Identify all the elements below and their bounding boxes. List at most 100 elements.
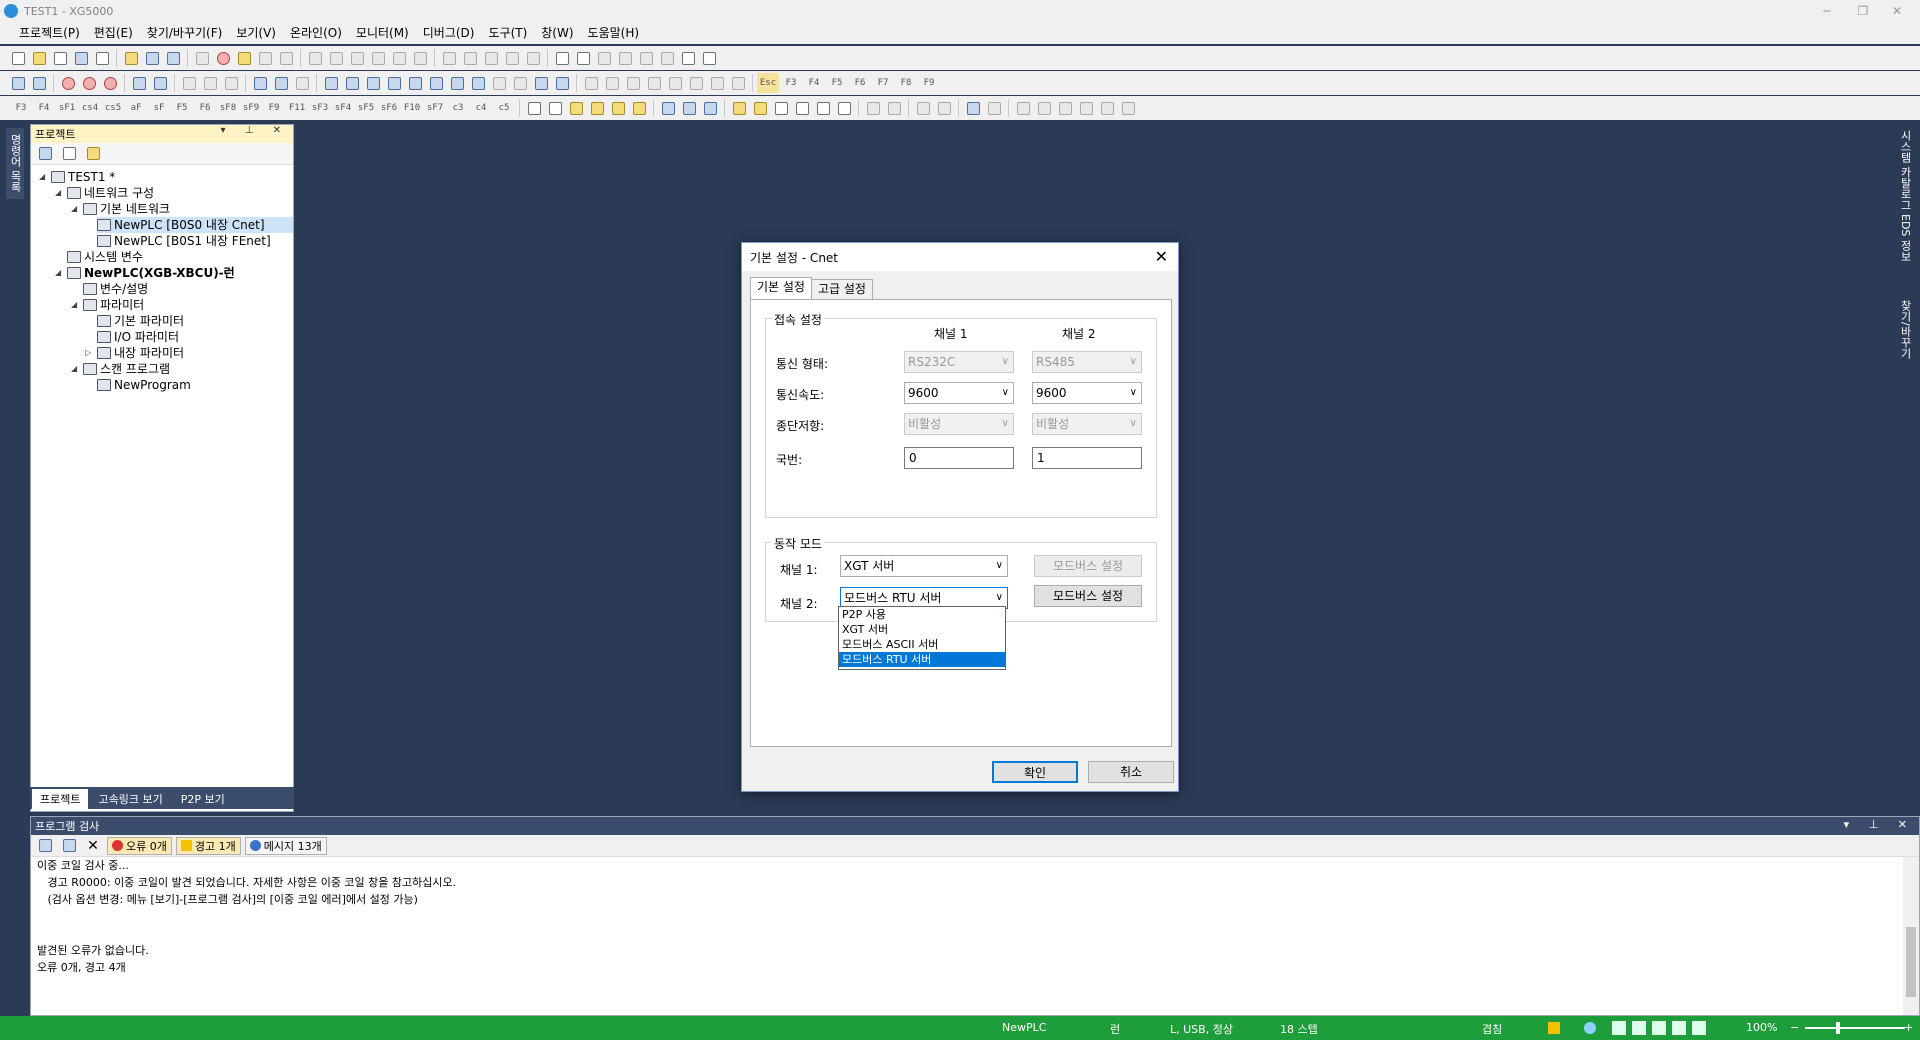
- stop-icon[interactable]: [79, 73, 99, 93]
- connect-icon[interactable]: [8, 73, 28, 93]
- find-next-icon[interactable]: [573, 48, 593, 68]
- replace-icon[interactable]: [594, 48, 614, 68]
- target-icon[interactable]: [213, 48, 233, 68]
- ch1-speed-select[interactable]: 9600 ∨: [904, 382, 1014, 404]
- ladder-key-3[interactable]: cs4: [79, 98, 101, 118]
- comment-view-5-icon[interactable]: [813, 98, 833, 118]
- menu-project[interactable]: 프로젝트(P): [12, 22, 87, 44]
- ladder-key-1[interactable]: F4: [33, 98, 55, 118]
- memory-icon[interactable]: [447, 73, 467, 93]
- monitor-stop-icon[interactable]: [221, 73, 241, 93]
- ch1-modbus-settings-button[interactable]: 모드버스 설정: [1034, 555, 1142, 577]
- tree-item-new-program[interactable]: NewProgram: [97, 377, 191, 393]
- ladder-key-20[interactable]: c4: [470, 98, 492, 118]
- key-f9[interactable]: F9: [918, 73, 940, 93]
- ladder-key-6[interactable]: sF: [148, 98, 170, 118]
- menu-view[interactable]: 보기(V): [229, 22, 283, 44]
- new-file-icon[interactable]: [8, 48, 28, 68]
- zoom-slider-thumb[interactable]: [1836, 1022, 1840, 1034]
- run-icon[interactable]: [58, 73, 78, 93]
- ladder-key-17[interactable]: F10: [401, 98, 423, 118]
- tree-item-basic-parameter[interactable]: 기본 파라미터: [97, 313, 184, 329]
- ch2-modbus-settings-button[interactable]: 모드버스 설정: [1034, 585, 1142, 607]
- bracket-4-icon[interactable]: [644, 73, 664, 93]
- view-7-icon[interactable]: [658, 98, 678, 118]
- find-device-icon[interactable]: [615, 48, 635, 68]
- delete-icon[interactable]: [410, 48, 430, 68]
- key-f5[interactable]: F5: [826, 73, 848, 93]
- sim-2-icon[interactable]: [1034, 98, 1054, 118]
- menu-window[interactable]: 창(W): [534, 22, 580, 44]
- delete-row-icon[interactable]: [481, 48, 501, 68]
- tab-highspeed-link[interactable]: 고속링크 보기: [90, 789, 170, 809]
- tree-item-network-config[interactable]: ◢ 네트워크 구성: [55, 185, 154, 201]
- insert-row-icon[interactable]: [439, 48, 459, 68]
- zoom-reset-icon[interactable]: [934, 98, 954, 118]
- ladder-key-19[interactable]: c3: [447, 98, 469, 118]
- ladder-key-7[interactable]: F5: [171, 98, 193, 118]
- tab-basic-settings[interactable]: 기본 설정: [750, 277, 812, 299]
- dropdown-option-p2p[interactable]: P2P 사용: [839, 607, 1005, 622]
- message-filter-button[interactable]: 메시지 13개: [244, 836, 327, 855]
- layout-icon[interactable]: [510, 73, 530, 93]
- key-f3[interactable]: F3: [780, 73, 802, 93]
- tree-item-scan-program[interactable]: ◢ 스캔 프로그램: [71, 361, 170, 377]
- zoom-in-button[interactable]: +: [1904, 1021, 1913, 1034]
- key-f7[interactable]: F7: [872, 73, 894, 93]
- tree-window-icon[interactable]: [59, 144, 79, 164]
- back-arrow-icon[interactable]: [678, 48, 698, 68]
- dropdown-option-modbus-ascii[interactable]: 모드버스 ASCII 서버: [839, 637, 1005, 652]
- forward-arrow-icon[interactable]: [699, 48, 719, 68]
- output-scrollbar[interactable]: [1903, 857, 1919, 1015]
- dropdown-option-modbus-rtu[interactable]: 모드버스 RTU 서버: [839, 652, 1005, 667]
- print-output-icon[interactable]: [59, 836, 79, 856]
- blank-icon[interactable]: [984, 98, 1004, 118]
- tree-item-basic-network[interactable]: ◢ 기본 네트워크: [71, 201, 170, 217]
- zoom-slider[interactable]: [1805, 1027, 1905, 1029]
- menu-find-replace[interactable]: 찾기/바꾸기(F): [140, 22, 230, 44]
- ok-button[interactable]: 확인: [992, 761, 1078, 783]
- key-esc[interactable]: Esc: [757, 73, 779, 93]
- insert-col-icon[interactable]: [460, 48, 480, 68]
- plc-icon[interactable]: [192, 48, 212, 68]
- panel-controls[interactable]: ▾ ⊥ ✕: [221, 125, 289, 136]
- variable-monitor-icon[interactable]: [250, 73, 270, 93]
- ladder-key-10[interactable]: sF9: [240, 98, 262, 118]
- replace-device-icon[interactable]: [636, 48, 656, 68]
- project-open-icon[interactable]: [121, 48, 141, 68]
- monitor-start-icon[interactable]: [179, 73, 199, 93]
- sim-5-icon[interactable]: [1097, 98, 1117, 118]
- bracket-5-icon[interactable]: [665, 73, 685, 93]
- read-icon[interactable]: [129, 73, 149, 93]
- comment-view-2-icon[interactable]: [750, 98, 770, 118]
- chart-icon[interactable]: [468, 73, 488, 93]
- goto-step-icon[interactable]: [657, 48, 677, 68]
- find-icon[interactable]: [552, 48, 572, 68]
- bracket-6-icon[interactable]: [686, 73, 706, 93]
- copy-icon[interactable]: [368, 48, 388, 68]
- tab-p2p[interactable]: P2P 보기: [173, 789, 233, 809]
- menu-online[interactable]: 온라인(O): [283, 22, 349, 44]
- open-project-icon[interactable]: [50, 48, 70, 68]
- instruction-list-tab[interactable]: 명령어 목록: [6, 128, 24, 199]
- catalog-tab[interactable]: 시스템 카탈로그 EDS 정보: [1896, 126, 1914, 266]
- tab-project[interactable]: 프로젝트: [32, 789, 89, 809]
- edit-icon[interactable]: [531, 73, 551, 93]
- ch1-comm-type-select[interactable]: RS232C ∨: [904, 351, 1014, 373]
- monitor-screen-icon[interactable]: [552, 73, 572, 93]
- paste-icon[interactable]: [389, 48, 409, 68]
- undo-icon[interactable]: [305, 48, 325, 68]
- close-window-button[interactable]: ✕: [1874, 0, 1920, 22]
- tree-folder-icon[interactable]: [83, 144, 103, 164]
- ladder-key-18[interactable]: sF7: [424, 98, 446, 118]
- view-4-icon[interactable]: [587, 98, 607, 118]
- zoom-in-icon[interactable]: [863, 98, 883, 118]
- ladder-key-5[interactable]: aF: [125, 98, 147, 118]
- ch2-station-input[interactable]: 1: [1032, 447, 1142, 469]
- ladder-key-14[interactable]: sF4: [332, 98, 354, 118]
- menu-help[interactable]: 도움말(H): [581, 22, 647, 44]
- disabled-tool-2-icon[interactable]: [276, 48, 296, 68]
- comment-view-3-icon[interactable]: [771, 98, 791, 118]
- text-view-icon[interactable]: [834, 98, 854, 118]
- plc-settings-icon[interactable]: [29, 73, 49, 93]
